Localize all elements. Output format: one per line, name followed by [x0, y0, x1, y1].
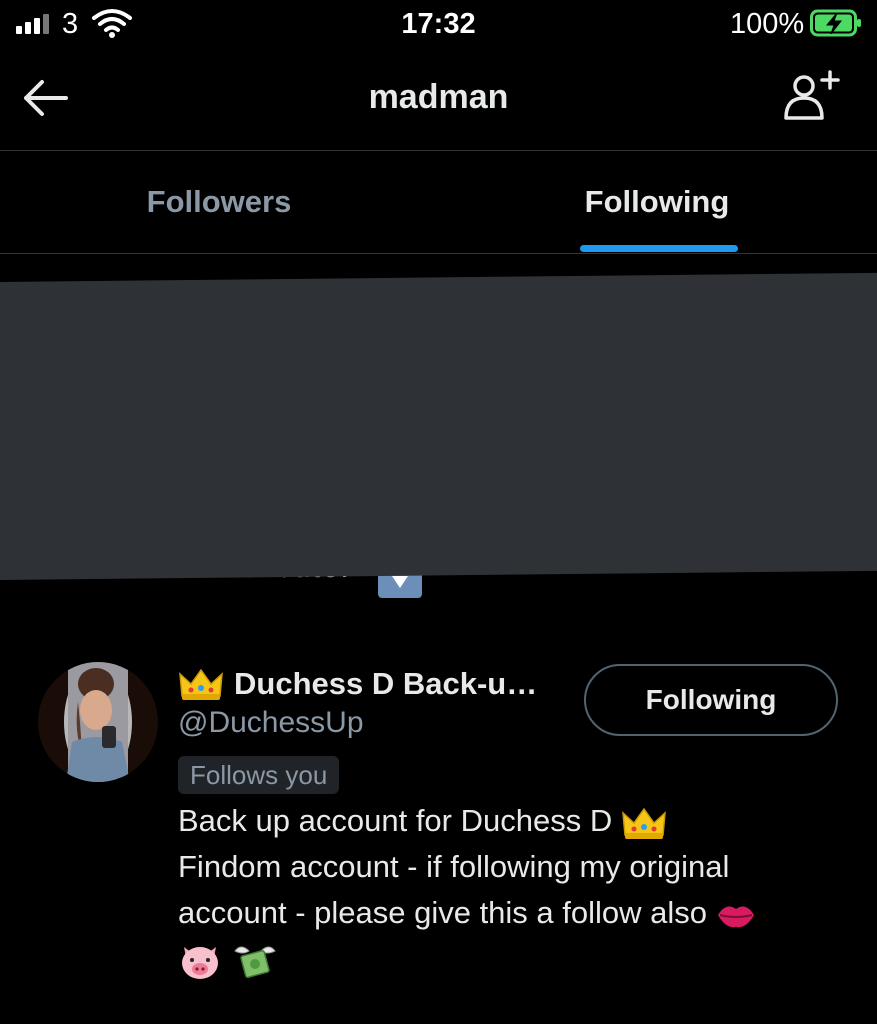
battery-charging-icon: [810, 9, 861, 37]
add-user-icon[interactable]: [780, 66, 844, 126]
profile-photo-icon: [64, 662, 132, 782]
crown-icon: [179, 668, 223, 700]
money-with-wings-icon: [233, 946, 276, 978]
tab-following[interactable]: Following: [438, 150, 876, 253]
user-display-name: Duchess D Back-u…: [234, 666, 538, 701]
follows-you-badge: Follows you: [178, 756, 340, 794]
following-button[interactable]: Following: [584, 664, 838, 736]
active-tab-indicator: [580, 245, 738, 252]
bio-line: account - please give this a follow also: [178, 890, 838, 936]
redaction-overlay: [0, 272, 877, 580]
status-bar: 3 17:32 100%: [0, 0, 877, 50]
pig-face-icon: [182, 946, 218, 979]
crown-icon: [621, 807, 666, 839]
bio-line: Findom account - if following my origina…: [178, 849, 730, 884]
user-name-row[interactable]: Duchess D Back-u…: [178, 666, 537, 702]
user-handle: @DuchessUp: [178, 706, 364, 739]
bio-line: Back up account for Duchess D: [178, 798, 838, 844]
kiss-lips-icon: [717, 906, 754, 928]
bio-line: [178, 936, 838, 982]
avatar[interactable]: [38, 662, 158, 782]
user-bio: Back up account for Duchess D Findom acc…: [178, 798, 838, 982]
page-title: madman: [368, 78, 509, 116]
battery-percentage: 100%: [730, 8, 805, 40]
tab-followers[interactable]: Followers: [0, 150, 438, 253]
tabs-divider: [0, 253, 877, 254]
